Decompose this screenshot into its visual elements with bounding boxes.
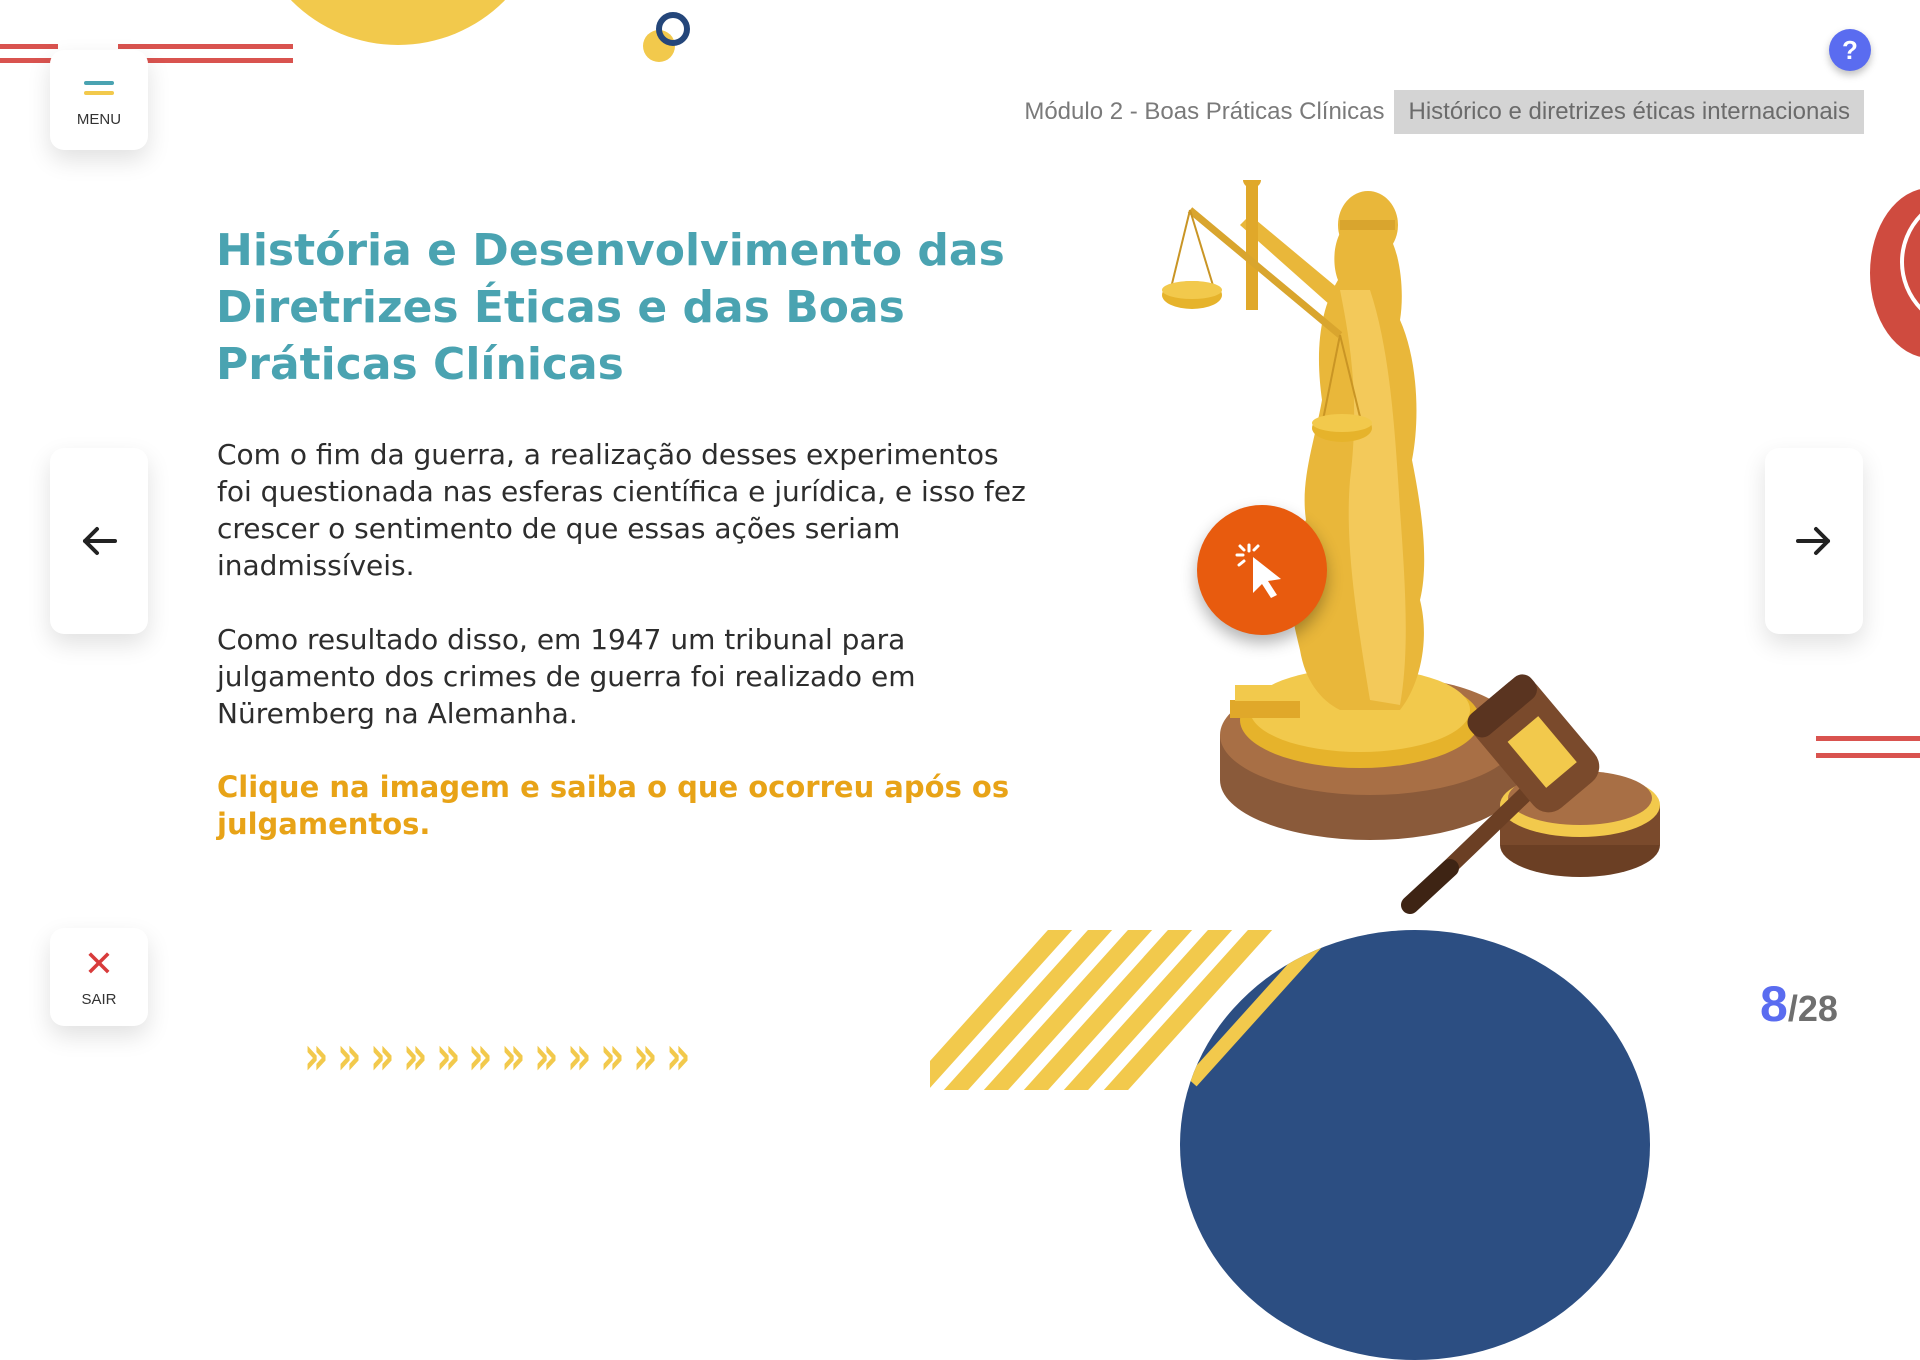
breadcrumb-topic: Histórico e diretrizes éticas internacio… [1394, 90, 1864, 134]
decorative-navy-ring [656, 12, 690, 46]
body-paragraph: Como resultado disso, em 1947 um tribuna… [217, 623, 916, 730]
cursor-click-icon [1235, 543, 1281, 598]
page-total: 28 [1797, 988, 1838, 1029]
lady-justice-gavel-illustration[interactable] [1100, 172, 1680, 920]
body-paragraph: Com o fim da guerra, a realização desses… [217, 438, 1026, 582]
exit-label: SAIR [81, 990, 117, 1008]
page-title: História e Desenvolvimento das Diretrize… [216, 225, 1005, 390]
page-current: 8 [1760, 976, 1788, 1032]
breadcrumb: Módulo 2 - Boas Práticas Clínicas Histór… [1024, 90, 1864, 134]
breadcrumb-module: Módulo 2 - Boas Práticas Clínicas [1024, 98, 1385, 125]
decorative-navy-circle [1180, 930, 1650, 1360]
close-icon: ✕ [83, 943, 115, 985]
help-button[interactable]: ? [1829, 29, 1871, 71]
call-to-action-text: Clique na imagem e saiba o que ocorreu a… [217, 770, 1010, 841]
decorative-red-circle [1870, 188, 1920, 358]
previous-page-button[interactable] [50, 448, 148, 634]
exit-button[interactable]: ✕ SAIR [50, 928, 148, 1026]
arrow-left-icon [83, 527, 117, 555]
next-page-button[interactable] [1765, 448, 1863, 634]
menu-button[interactable]: MENU [50, 50, 148, 150]
click-hotspot-button[interactable] [1197, 505, 1327, 635]
menu-label: MENU [76, 110, 122, 128]
page-separator: / [1787, 988, 1798, 1029]
hamburger-icon [84, 80, 114, 103]
decorative-yellow-semicircle [248, 0, 548, 45]
arrow-right-icon [1796, 527, 1830, 555]
page-counter: 8 / 28 [1760, 975, 1838, 1033]
decorative-yellow-chevrons: »»»»»»»»»»»» [304, 1024, 690, 1087]
